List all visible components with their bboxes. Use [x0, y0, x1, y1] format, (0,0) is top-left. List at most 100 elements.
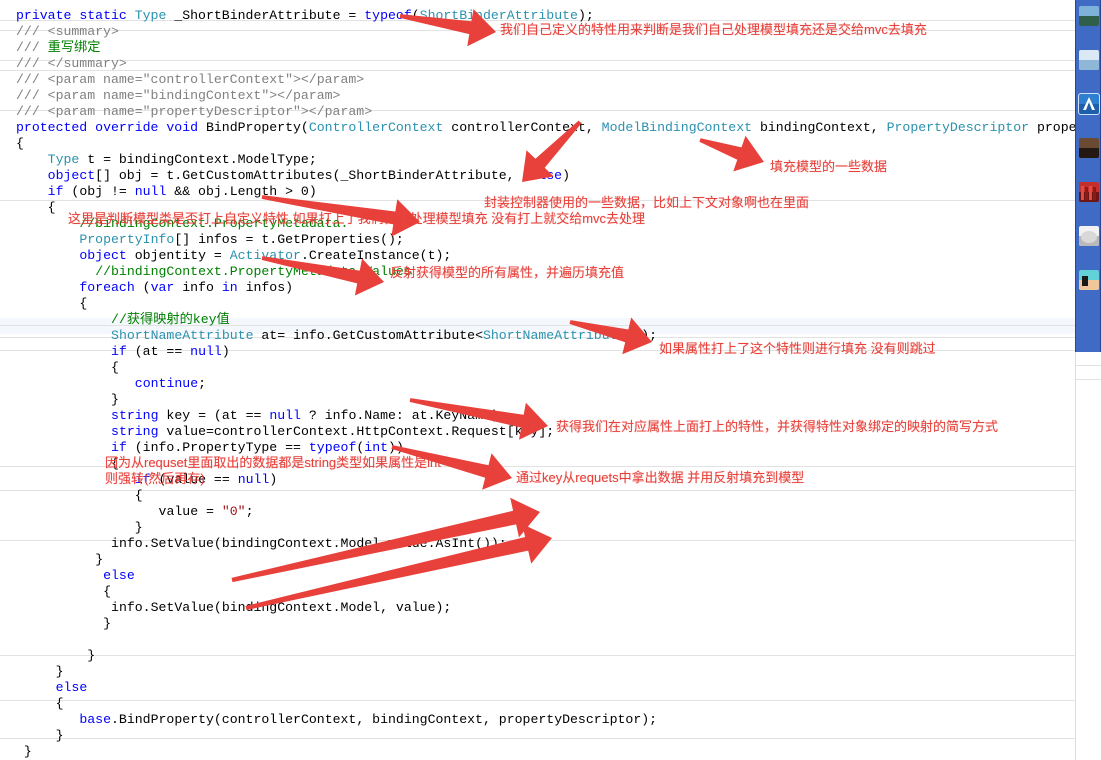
code-token: /// <summary> [16, 24, 119, 39]
code-line: { [56, 696, 64, 712]
code-token: continue [134, 376, 199, 391]
code-line: } [87, 648, 95, 664]
code-line: /// <param name="controllerContext"></pa… [16, 72, 364, 88]
code-token: { [111, 360, 119, 375]
code-token: if [47, 184, 64, 199]
code-token: } [95, 552, 104, 567]
code-line: { [79, 296, 87, 312]
code-line: //获得映射的key值 [111, 312, 230, 328]
code-line: } [56, 664, 64, 680]
editor-rule [0, 700, 1075, 701]
anno-fill-model-data: 填充模型的一些数据 [770, 159, 888, 174]
code-token: info [174, 280, 222, 295]
code-token: [] obj = t.GetCustomAttributes(_ShortBin… [95, 168, 523, 183]
anno-attr-exists: 如果属性打上了这个特性则进行填充 没有则跳过 [659, 341, 936, 356]
code-token: else [55, 680, 88, 695]
code-token: } [55, 728, 64, 743]
avatar-hand-phone-icon[interactable] [1079, 270, 1099, 290]
code-line: protected override void BindProperty(Con… [16, 120, 1075, 136]
anno-judge-model-attr: 这里是判断模型类是否打上自定义特性 如果打上了我们自己处理模型填充 没有打上就交… [68, 211, 646, 226]
code-token: /// <param name="propertyDescriptor"></p… [16, 104, 373, 119]
code-token: objentity = [126, 248, 230, 263]
code-line: Type t = bindingContext.ModelType; [48, 152, 317, 168]
avatar-cartoon-icon[interactable] [1079, 50, 1099, 70]
code-token: Activator [229, 248, 301, 263]
code-token: ) [562, 168, 571, 183]
code-token: .CreateInstance(t); [300, 248, 452, 263]
code-token: )) [388, 440, 404, 455]
anno-controller-data: 封装控制器使用的一些数据，比如上下文对象啊也在里面 [484, 195, 810, 210]
code-line: /// <summary> [16, 24, 119, 40]
anno-key-request: 通过key从requets中拿出数据 并用反射填充到模型 [516, 470, 805, 485]
code-token: /// [16, 40, 48, 55]
code-token: ) [221, 344, 230, 359]
anno-custom-attribute: 我们自己定义的特性用来判断是我们自己处理模型填充还是交给mvc去填充 [500, 22, 927, 37]
code-token: null [134, 184, 167, 199]
code-line: } [135, 520, 143, 536]
code-token: null [190, 344, 222, 359]
code-token: [] infos = t.GetProperties(); [174, 232, 404, 247]
code-token: var [150, 280, 175, 295]
code-line: if (obj != null && obj.Length > 0) [48, 184, 317, 200]
code-token: ) [269, 472, 278, 487]
avatar-glyph [1079, 182, 1099, 202]
code-line: base.BindProperty(controllerContext, bin… [79, 712, 657, 728]
code-token: "0" [221, 504, 246, 519]
code-line: { [48, 200, 56, 216]
sidebar-lower-strip [1075, 352, 1101, 760]
code-token: protected [16, 120, 88, 135]
qq-contact-sidebar[interactable] [1075, 0, 1101, 352]
code-line: } [24, 744, 32, 760]
code-token: //获得映射的key值 [111, 312, 230, 327]
code-line: object[] obj = t.GetCustomAttributes(_Sh… [48, 168, 570, 184]
code-token: { [103, 584, 112, 599]
avatar-landscape-icon[interactable] [1079, 6, 1099, 26]
code-line: value = "0"; [159, 504, 254, 520]
code-token: ); [577, 8, 594, 23]
code-token: string [111, 408, 159, 423]
code-token: ShortNameAttribute [482, 328, 626, 343]
code-token: ( [134, 280, 151, 295]
code-token: PropertyInfo [79, 232, 175, 247]
code-token: t = bindingContext.ModelType; [79, 152, 317, 167]
code-token: Type [47, 152, 80, 167]
avatar-books-icon[interactable] [1079, 182, 1099, 202]
screenshot-root: private static Type _ShortBinderAttribut… [0, 0, 1101, 760]
code-token: in [221, 280, 238, 295]
code-token: /// <param name="bindingContext"></param… [16, 88, 341, 103]
code-token: ; [198, 376, 207, 391]
code-token: null [269, 408, 301, 423]
avatar-letter-a-icon[interactable] [1078, 93, 1100, 115]
code-token: .BindProperty(controllerContext, binding… [111, 712, 658, 727]
code-line: ShortNameAttribute at= info.GetCustomAtt… [111, 328, 657, 344]
code-token: object [47, 168, 96, 183]
code-line: foreach (var info in infos) [79, 280, 293, 296]
editor-rule [0, 70, 1075, 71]
code-token: int [364, 440, 389, 455]
avatar-helmet-icon[interactable] [1079, 226, 1099, 246]
code-token: info.SetValue(bindingContext.Model, valu… [111, 600, 452, 615]
code-token: Type [134, 8, 167, 23]
code-token: override [95, 120, 159, 135]
code-editor[interactable]: private static Type _ShortBinderAttribut… [0, 0, 1075, 760]
code-token: ( [411, 8, 420, 23]
code-token: if [111, 344, 127, 359]
code-line: string key = (at == null ? info.Name: at… [111, 408, 507, 424]
code-token: { [79, 296, 88, 311]
code-token: { [134, 488, 143, 503]
code-line: else [56, 680, 88, 696]
editor-rule [0, 738, 1075, 739]
code-line: } [111, 392, 119, 408]
code-line: if (at == null) [111, 344, 230, 360]
code-line: /// 重写绑定 [16, 40, 100, 56]
avatar-photo-dark-icon[interactable] [1079, 138, 1099, 158]
anno-reflect-props: 反射获得模型的所有属性，并遍历填充值 [390, 265, 625, 280]
code-line: } [95, 552, 103, 568]
code-line: object objentity = Activator.CreateInsta… [79, 248, 451, 264]
editor-rule [0, 490, 1075, 491]
avatar-glyph [1079, 226, 1099, 246]
code-token: void [166, 120, 199, 135]
code-token: { [47, 200, 56, 215]
code-token: static [79, 8, 127, 23]
